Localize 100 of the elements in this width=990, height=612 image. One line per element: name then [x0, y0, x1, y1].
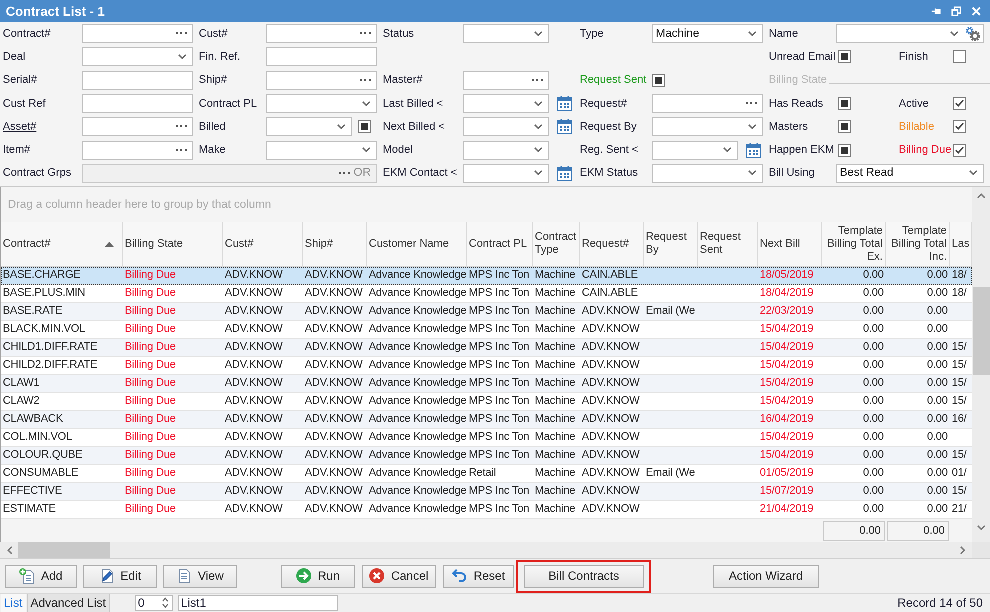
- dropdown-field[interactable]: [463, 140, 549, 160]
- checkbox[interactable]: [838, 144, 851, 157]
- table-row[interactable]: CLAW2 Billing Due ADV.KNOW ADV.KNOW Advance Knowledge MPS Inc Ton Machine ADV.KNOW 15/04/2019 0.00 0.00 15/: [1, 393, 972, 411]
- chevron-down-icon[interactable]: [534, 147, 543, 154]
- list-tab[interactable]: List: [1, 594, 26, 612]
- lookup-field[interactable]: [82, 117, 193, 136]
- chevron-down-icon[interactable]: [534, 30, 543, 37]
- ellipsis-icon[interactable]: [176, 125, 187, 128]
- table-row[interactable]: ESTIMATE Billing Due ADV.KNOW ADV.KNOW Advance Knowledge MPS Inc Ton Machine ADV.KNOW 21/04/2019 0.00 0.00 21/: [1, 501, 972, 519]
- close-icon[interactable]: [971, 6, 982, 16]
- table-row[interactable]: CLAWBACK Billing Due ADV.KNOW ADV.KNOW Advance Knowledge MPS Inc Ton Machine ADV.KNOW 16/04/2019 0.00 0.00 16/: [1, 411, 972, 429]
- dropdown-field[interactable]: [266, 117, 352, 136]
- chevron-down-icon[interactable]: [748, 124, 757, 130]
- chevron-down-icon[interactable]: [534, 100, 543, 107]
- table-row[interactable]: COLOUR.QUBE Billing Due ADV.KNOW ADV.KNOW Advance Knowledge MPS Inc Ton Machine ADV.KNOW 15/04/2019 0.00 0.00 15/: [1, 447, 972, 465]
- dropdown-field[interactable]: [266, 140, 377, 160]
- checkbox[interactable]: [358, 120, 371, 134]
- checkbox[interactable]: [953, 144, 966, 157]
- dropdown-field[interactable]: [266, 94, 377, 114]
- run-button[interactable]: Run: [281, 564, 355, 588]
- spin-field[interactable]: 0: [135, 595, 174, 611]
- dropdown-field[interactable]: [652, 117, 763, 136]
- dropdown-field[interactable]: [463, 24, 549, 44]
- text-field[interactable]: [266, 47, 377, 66]
- lookup-field[interactable]: [463, 70, 549, 90]
- chevron-down-icon[interactable]: [337, 124, 346, 130]
- table-row[interactable]: CHILD2.DIFF.RATE Billing Due ADV.KNOW ADV.KNOW Advance Knowledge MPS Inc Ton Machine ADV.KNOW 15/04/2019 0.00 0.00 15/: [1, 357, 972, 375]
- restore-icon[interactable]: [951, 6, 962, 16]
- chevron-down-icon[interactable]: [748, 30, 757, 37]
- ellipsis-icon[interactable]: [746, 102, 757, 106]
- calendar-icon[interactable]: [556, 95, 572, 112]
- add-button[interactable]: Add: [5, 564, 77, 588]
- text-field[interactable]: [82, 70, 193, 90]
- ellipsis-icon[interactable]: [360, 32, 371, 36]
- table-row[interactable]: EFFECTIVE Billing Due ADV.KNOW ADV.KNOW Advance Knowledge MPS Inc Ton Machine ADV.KNOW 15/07/2019 0.00 0.00 15/: [1, 483, 972, 501]
- checkbox[interactable]: [838, 97, 851, 110]
- dropdown-field[interactable]: [82, 47, 193, 66]
- calendar-icon[interactable]: [556, 118, 572, 136]
- vertical-scrollbar[interactable]: [972, 187, 990, 542]
- scroll-right-icon[interactable]: [960, 546, 966, 554]
- chevron-down-icon[interactable]: [362, 147, 371, 154]
- chevron-down-icon[interactable]: [178, 54, 187, 60]
- checkbox[interactable]: [953, 50, 966, 64]
- chevron-down-icon[interactable]: [723, 147, 732, 154]
- scrollbar-thumb[interactable]: [972, 287, 990, 375]
- checkbox[interactable]: [838, 50, 851, 64]
- dropdown-field[interactable]: [463, 94, 549, 114]
- scroll-left-icon[interactable]: [7, 546, 13, 554]
- bill-contracts-button[interactable]: Bill Contracts: [524, 564, 644, 588]
- lookup-field[interactable]: [82, 140, 193, 160]
- text-field[interactable]: [82, 94, 193, 114]
- view-button[interactable]: View: [163, 564, 237, 588]
- list-tab[interactable]: Advanced List: [26, 594, 110, 612]
- table-row[interactable]: BASE.PLUS.MIN Billing Due ADV.KNOW ADV.KNOW Advance Knowledge MPS Inc Ton Machine CAIN.ABLE 18/04/2019 0.00 0.00 18/: [1, 285, 972, 303]
- table-row[interactable]: CLAW1 Billing Due ADV.KNOW ADV.KNOW Advance Knowledge MPS Inc Ton Machine ADV.KNOW 15/04/2019 0.00 0.00 15/: [1, 375, 972, 393]
- chevron-down-icon[interactable]: [748, 170, 757, 176]
- ellipsis-icon[interactable]: [338, 172, 350, 175]
- spin-arrows-icon[interactable]: [162, 597, 170, 609]
- horizontal-scrollbar[interactable]: [0, 542, 972, 558]
- lookup-field[interactable]: [266, 24, 377, 44]
- table-row[interactable]: BASE.RATE Billing Due ADV.KNOW ADV.KNOW Advance Knowledge MPS Inc Ton Machine ADV.KNOW Email (We 22/03/2019 0.00 0.00: [1, 303, 972, 321]
- link-label[interactable]: Asset#: [3, 120, 37, 133]
- dropdown-field[interactable]: Machine: [652, 24, 763, 44]
- table-row[interactable]: CONSUMABLE Billing Due ADV.KNOW ADV.KNOW Advance Knowledge Retail Machine ADV.KNOW Email (We 01/05/2019 0.00 0.00 01/: [1, 465, 972, 483]
- checkbox[interactable]: [953, 120, 966, 134]
- chevron-down-icon[interactable]: [950, 30, 959, 37]
- checkbox[interactable]: [953, 97, 966, 110]
- gear-icon[interactable]: [965, 26, 981, 42]
- table-row[interactable]: COL.MIN.VOL Billing Due ADV.KNOW ADV.KNOW Advance Knowledge MPS Inc Ton Machine ADV.KNOW 15/04/2019 0.00 0.00: [1, 429, 972, 447]
- dropdown-field[interactable]: Best Read: [836, 164, 984, 183]
- table-row[interactable]: BASE.CHARGE Billing Due ADV.KNOW ADV.KNOW Advance Knowledge MPS Inc Ton Machine CAIN.ABLE 18/05/2019 0.00 0.00 18/: [1, 267, 972, 285]
- calendar-icon[interactable]: [556, 164, 572, 182]
- cancel-button[interactable]: Cancel: [362, 564, 436, 588]
- chevron-down-icon[interactable]: [534, 124, 543, 130]
- lookup-field[interactable]: [82, 24, 193, 44]
- reset-button[interactable]: Reset: [443, 564, 514, 588]
- chevron-down-icon[interactable]: [969, 170, 978, 176]
- dropdown-field[interactable]: [652, 140, 738, 160]
- action-wizard-button[interactable]: Action Wizard: [713, 564, 819, 588]
- ellipsis-icon[interactable]: [532, 78, 543, 82]
- dropdown-field[interactable]: [463, 117, 549, 136]
- checkbox[interactable]: [838, 120, 851, 134]
- dropdown-field[interactable]: [463, 164, 549, 183]
- checkbox[interactable]: [652, 74, 665, 87]
- lookup-field[interactable]: [266, 70, 377, 90]
- calendar-icon[interactable]: [746, 142, 762, 159]
- ellipsis-icon[interactable]: [360, 78, 371, 82]
- lookup-field[interactable]: [652, 94, 763, 114]
- table-row[interactable]: CHILD1.DIFF.RATE Billing Due ADV.KNOW ADV.KNOW Advance Knowledge MPS Inc Ton Machine ADV.KNOW 15/04/2019 0.00 0.00 15/: [1, 339, 972, 357]
- edit-button[interactable]: Edit: [83, 564, 157, 588]
- scroll-down-icon[interactable]: [976, 525, 986, 531]
- list-name-field[interactable]: List1: [178, 595, 338, 611]
- chevron-down-icon[interactable]: [534, 170, 543, 176]
- scroll-up-icon[interactable]: [976, 193, 986, 199]
- scrollbar-thumb[interactable]: [18, 542, 110, 558]
- dropdown-field[interactable]: [652, 164, 763, 183]
- table-row[interactable]: BLACK.MIN.VOL Billing Due ADV.KNOW ADV.KNOW Advance Knowledge MPS Inc Ton Machine ADV.KNOW 15/04/2019 0.00 0.00: [1, 321, 972, 339]
- ellipsis-icon[interactable]: [176, 148, 187, 152]
- dropdown-field[interactable]: [836, 24, 984, 44]
- ellipsis-icon[interactable]: [176, 32, 187, 36]
